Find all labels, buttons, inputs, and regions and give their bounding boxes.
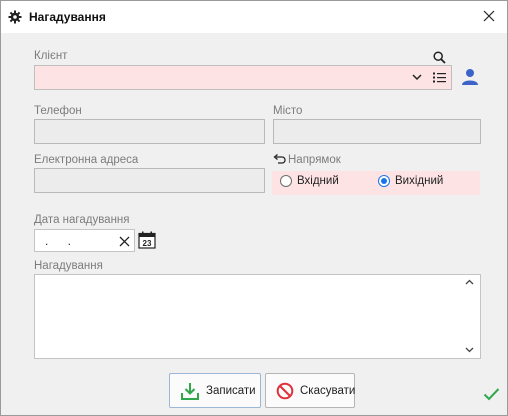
scroll-down-icon[interactable]	[463, 345, 475, 355]
radio-incoming[interactable]: Вхідний	[280, 175, 339, 187]
city-label: Місто	[273, 105, 303, 117]
city-field[interactable]	[273, 119, 481, 144]
radio-outgoing-label: Вихідний	[395, 175, 444, 187]
reminder-textarea[interactable]	[34, 274, 481, 359]
email-label: Електронна адреса	[34, 154, 139, 166]
window-title: Нагадування	[29, 10, 106, 24]
title-bar: Нагадування	[1, 1, 507, 33]
email-field[interactable]	[34, 168, 265, 193]
clear-date-icon[interactable]	[117, 234, 131, 248]
list-icon[interactable]	[432, 70, 446, 84]
phone-field[interactable]	[34, 119, 265, 144]
gear-icon	[8, 10, 22, 24]
chevron-down-icon[interactable]	[410, 70, 424, 84]
reminder-date-value: . .	[45, 234, 80, 248]
undo-arrow-icon	[272, 153, 286, 165]
client-field[interactable]	[34, 65, 452, 90]
phone-label: Телефон	[34, 105, 82, 117]
scroll-up-icon[interactable]	[463, 277, 475, 287]
reminder-dialog: Нагадування Клієнт Телефон Місто Електро…	[0, 0, 508, 416]
close-button[interactable]	[480, 8, 498, 26]
radio-incoming-indicator	[280, 175, 292, 187]
download-icon	[180, 381, 200, 401]
close-icon	[483, 10, 495, 25]
cancel-button-label: Скасувати	[300, 384, 356, 397]
save-button[interactable]: Записати	[169, 373, 261, 408]
calendar-icon[interactable]: 23	[138, 231, 156, 249]
reminder-text-label: Нагадування	[34, 260, 103, 272]
client-label: Клієнт	[34, 50, 68, 62]
cancel-icon	[276, 381, 294, 401]
person-icon[interactable]	[460, 67, 480, 87]
checkmark-icon	[482, 385, 500, 403]
radio-outgoing-indicator	[378, 175, 390, 187]
direction-label: Напрямок	[288, 154, 341, 166]
radio-outgoing[interactable]: Вихідний	[378, 175, 443, 187]
calendar-day: 23	[143, 239, 152, 248]
cancel-button[interactable]: Скасувати	[265, 373, 355, 408]
reminder-date-label: Дата нагадування	[34, 214, 130, 226]
direction-radio-group: Вхідний Вихідний	[272, 171, 480, 195]
search-icon[interactable]	[432, 50, 446, 64]
save-button-label: Записати	[206, 384, 256, 397]
radio-incoming-label: Вхідний	[297, 175, 339, 187]
